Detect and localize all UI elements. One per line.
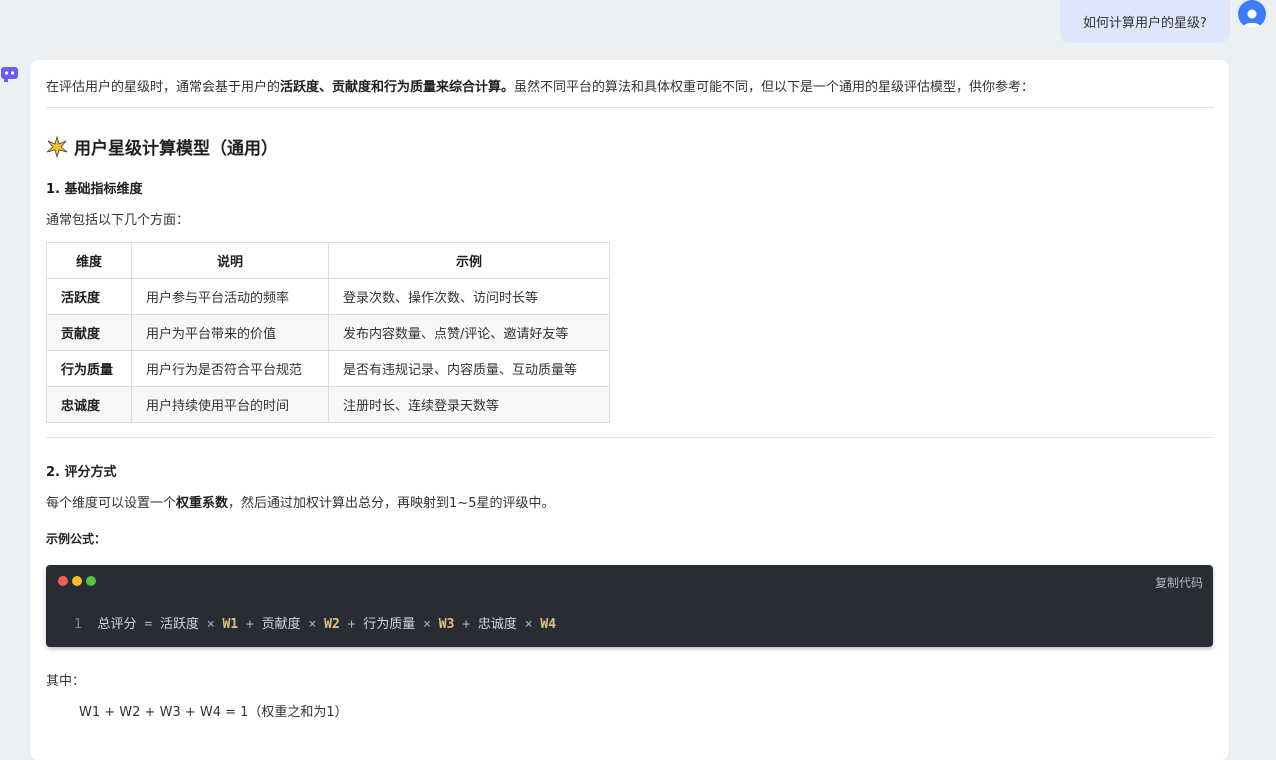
code-token: 活跃度: [159, 617, 199, 632]
code-line: 1 总评分 = 活跃度 × W1 + 贡献度 × W2 + 行为质量 × W3 …: [74, 613, 556, 632]
model-heading-text: 用户星级计算模型（通用）: [74, 139, 278, 159]
table-row: 忠诚度 用户持续使用平台的时间 注册时长、连续登录天数等: [46, 386, 610, 423]
code-token: ×: [308, 617, 317, 632]
copy-code-button[interactable]: 复制代码: [1155, 574, 1203, 591]
divider: [46, 107, 1214, 108]
table-cell: 贡献度: [46, 314, 132, 351]
user-icon: [1243, 9, 1261, 28]
intro-bold-tail: 来综合计算。: [436, 80, 515, 95]
section2-desc-tail: ，然后通过加权计算出总分，再映射到1~5星的评级中。: [228, 496, 555, 511]
table-header: 示例: [328, 242, 610, 279]
table-cell: 登录次数、操作次数、访问时长等: [328, 278, 610, 315]
line-number: 1: [74, 617, 82, 632]
table-header-row: 维度 说明 示例: [46, 242, 610, 279]
intro-text: 在评估用户的星级时，通常会基于用户的: [46, 80, 281, 95]
user-message-bubble: 如何计算用户的星级?: [1060, 0, 1230, 43]
assistant-message-card: 在评估用户的星级时，通常会基于用户的活跃度、贡献度和行为质量来综合计算。虽然不同…: [30, 60, 1229, 760]
table-cell: 用户参与平台活动的频率: [131, 278, 329, 315]
table-row: 活跃度 用户参与平台活动的频率 登录次数、操作次数、访问时长等: [46, 278, 610, 315]
weight-note: W1 + W2 + W3 + W4 = 1（权重之和为1）: [79, 705, 348, 720]
code-block: 复制代码 1 总评分 = 活跃度 × W1 + 贡献度 × W2 + 行为质量 …: [46, 565, 1213, 647]
code-token: 忠诚度: [477, 617, 517, 632]
table-row: 行为质量 用户行为是否符合平台规范 是否有违规记录、内容质量、互动质量等: [46, 350, 610, 387]
table-cell: 用户行为是否符合平台规范: [131, 350, 329, 387]
code-token: =: [144, 617, 153, 632]
code-token: W2: [324, 617, 340, 632]
table-cell: 用户持续使用平台的时间: [131, 386, 329, 423]
section2-desc-bold: 权重系数: [176, 496, 229, 511]
table-cell: 忠诚度: [46, 386, 132, 423]
code-token: ×: [524, 617, 533, 632]
code-token: W3: [438, 617, 455, 632]
window-dots: [58, 576, 96, 586]
user-message-text: 如何计算用户的星级?: [1083, 16, 1207, 31]
yellow-dot-icon: [72, 576, 82, 586]
code-token: 总评分: [97, 617, 137, 632]
code-token: +: [347, 617, 356, 632]
intro-bold: 活跃度、贡献度和行为质量: [280, 80, 437, 95]
dimension-table: 维度 说明 示例 活跃度 用户参与平台活动的频率 登录次数、操作次数、访问时长等…: [46, 242, 610, 423]
user-avatar[interactable]: [1238, 0, 1266, 28]
table-cell: 是否有违规记录、内容质量、互动质量等: [328, 350, 610, 387]
code-token: +: [245, 617, 254, 632]
section2-title: 2. 评分方式: [46, 465, 117, 480]
sparkle-star-icon: [46, 135, 68, 158]
table-header: 说明: [131, 242, 329, 279]
model-heading: 用户星级计算模型（通用）: [46, 134, 278, 159]
code-token: W4: [540, 617, 557, 632]
table-cell: 行为质量: [46, 350, 132, 387]
red-dot-icon: [58, 576, 68, 586]
table-cell: 活跃度: [46, 278, 132, 315]
section1-title: 1. 基础指标维度: [46, 182, 143, 197]
code-token: ×: [206, 617, 215, 632]
code-token: 行为质量: [363, 617, 416, 632]
formula-label: 示例公式：: [46, 532, 107, 546]
code-token: W1: [222, 617, 239, 632]
code-token: 贡献度: [261, 617, 301, 632]
divider: [46, 437, 1214, 438]
table-cell: 用户为平台带来的价值: [131, 314, 329, 351]
code-token: ×: [423, 617, 431, 632]
where-label: 其中：: [46, 674, 86, 689]
green-dot-icon: [86, 576, 96, 586]
table-cell: 发布内容数量、点赞/评论、邀请好友等: [328, 314, 610, 351]
section2-desc: 每个维度可以设置一个权重系数，然后通过加权计算出总分，再映射到1~5星的评级中。: [46, 492, 554, 511]
bot-icon: [1, 67, 18, 82]
table-header: 维度: [46, 242, 132, 279]
table-cell: 注册时长、连续登录天数等: [328, 386, 610, 423]
intro-text-tail: 虽然不同平台的算法和具体权重可能不同，但以下是一个通用的星级评估模型，供你参考：: [514, 80, 1035, 95]
section2-desc-text: 每个维度可以设置一个: [46, 496, 177, 511]
section1-desc: 通常包括以下几个方面：: [46, 213, 190, 228]
code-token: +: [462, 617, 471, 632]
table-row: 贡献度 用户为平台带来的价值 发布内容数量、点赞/评论、邀请好友等: [46, 314, 610, 351]
intro-paragraph: 在评估用户的星级时，通常会基于用户的活跃度、贡献度和行为质量来综合计算。虽然不同…: [46, 76, 1034, 95]
